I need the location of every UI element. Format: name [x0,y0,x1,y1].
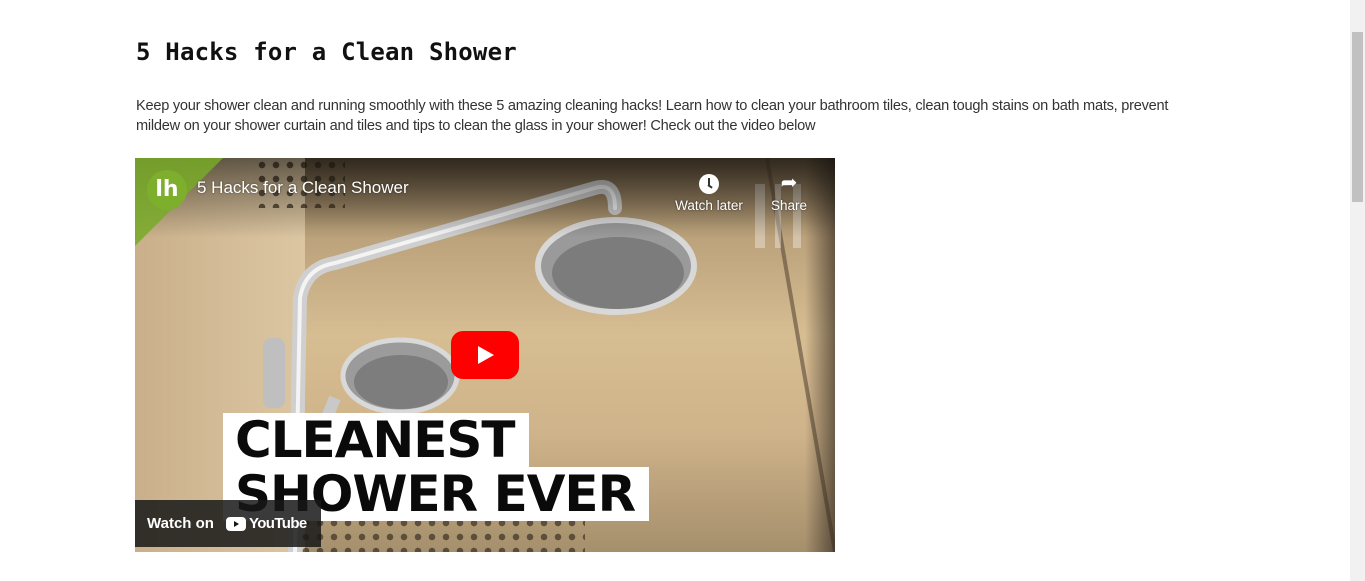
clock-icon [669,170,749,196]
watch-on-label: Watch on [147,515,214,532]
video-title-link[interactable]: 5 Hacks for a Clean Shower [197,178,409,198]
article-body: Keep your shower clean and running smoot… [136,98,1169,134]
scrollbar-thumb[interactable] [1352,32,1363,202]
page: 5 Hacks for a Clean Shower Keep your sho… [0,0,1365,581]
youtube-logo-icon: YouTube [225,515,307,532]
page-scrollbar[interactable] [1350,0,1365,581]
youtube-video-embed[interactable]: lh 5 Hacks for a Clean Shower Watch late… [135,158,835,552]
watch-later-label: Watch later [675,198,743,213]
share-arrow-icon: ➦ [780,172,798,194]
article-title: 5 Hacks for a Clean Shower [136,38,517,66]
thumbnail-caption-line-1: CLEANEST [223,413,529,467]
share-label: Share [770,198,808,213]
channel-logo-icon[interactable]: lh [147,170,187,210]
watch-on-youtube-button[interactable]: Watch on YouTube [135,500,321,547]
play-button[interactable] [451,331,519,379]
share-button[interactable]: ➦ Share [749,170,829,213]
youtube-wordmark: YouTube [248,515,307,532]
watch-later-button[interactable]: Watch later [669,170,749,213]
youtube-play-mark-icon [225,516,246,531]
